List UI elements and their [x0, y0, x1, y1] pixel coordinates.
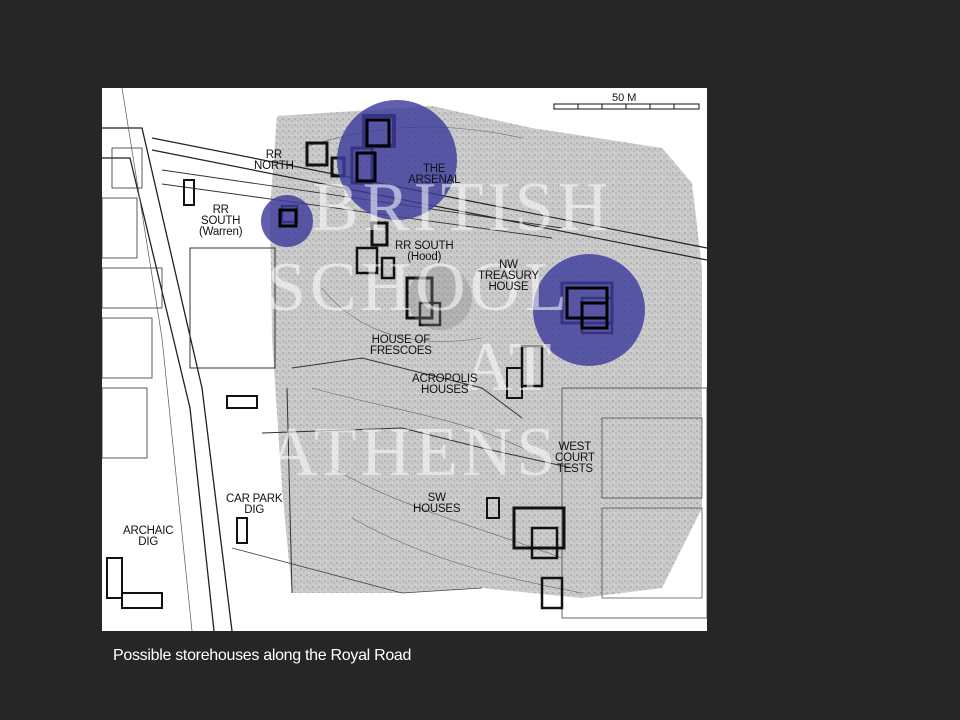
label-rr-south-warren: RR SOUTH (Warren): [199, 204, 243, 238]
site-plan-drawing: [102, 88, 707, 631]
label-rr-north: RR NORTH: [254, 149, 294, 172]
highlight-circle-nw-treasury-house: [533, 254, 645, 366]
label-archaic-dig: ARCHAIC DIG: [123, 525, 174, 548]
label-acropolis-houses: ACROPOLIS HOUSES: [412, 373, 478, 396]
scale-bar: [553, 103, 700, 110]
label-west-court-tests: WEST COURT TESTS: [555, 441, 595, 475]
highlight-circle-arsenal: [337, 100, 457, 220]
label-rr-south-hood: RR SOUTH (Hood): [395, 240, 454, 263]
highlight-circle-house-of-frescoes: [408, 266, 472, 330]
label-house-of-frescoes: HOUSE OF FRESCOES: [370, 334, 432, 357]
label-nw-treasury-house: NW TREASURY HOUSE: [478, 259, 539, 293]
excavated-area: [270, 106, 702, 598]
slide-caption: Possible storehouses along the Royal Roa…: [113, 647, 412, 664]
label-sw-houses: SW HOUSES: [413, 492, 461, 515]
scale-label: 50 M: [612, 92, 637, 104]
highlight-circle-rr-south-warren: [261, 195, 313, 247]
label-car-park-dig: CAR PARK DIG: [226, 493, 283, 516]
site-plan-map: BRITISH SCHOOL AT ATHENS 50 M RR NORTH T…: [102, 88, 707, 631]
label-the-arsenal: THE ARSENAL: [408, 163, 461, 186]
